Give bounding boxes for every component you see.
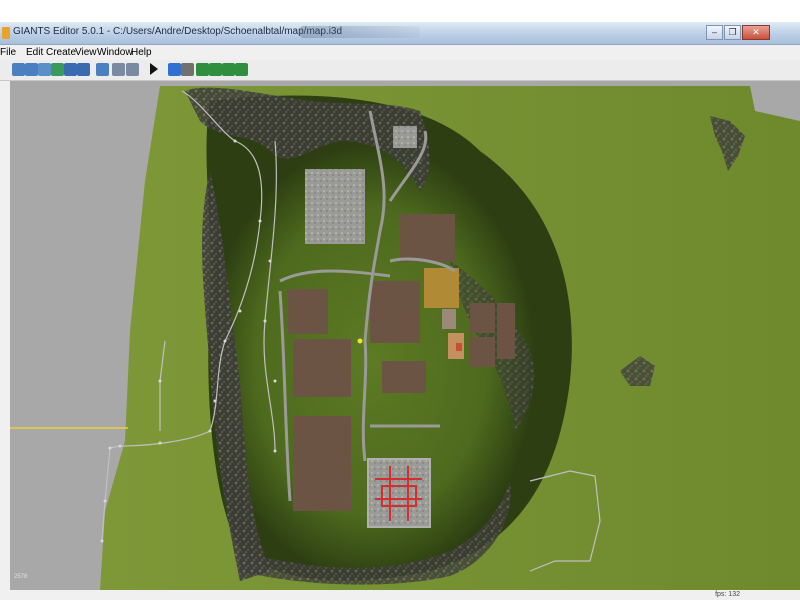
cut-icon[interactable] bbox=[96, 63, 109, 76]
gravel-lot-small bbox=[393, 126, 417, 148]
minimize-button[interactable]: – bbox=[706, 25, 723, 40]
terrain-render: 2578 bbox=[10, 81, 800, 590]
field-8 bbox=[497, 303, 515, 359]
left-dock-strip bbox=[0, 81, 10, 590]
open-file-icon[interactable] bbox=[25, 63, 38, 76]
menu-bar: File Edit Create View Window Help bbox=[0, 45, 800, 60]
select-tool-icon[interactable] bbox=[168, 63, 181, 76]
field-9 bbox=[470, 337, 495, 367]
close-button[interactable]: ✕ bbox=[742, 25, 770, 40]
field-3 bbox=[288, 289, 328, 334]
window-title: GIANTS Editor 5.0.1 - C:/Users/Andre/Des… bbox=[13, 26, 343, 37]
redo-icon[interactable] bbox=[126, 63, 139, 76]
field-1 bbox=[400, 214, 455, 262]
field-4 bbox=[293, 339, 351, 397]
title-bar[interactable]: GIANTS Editor 5.0.1 - C:/Users/Andre/Des… bbox=[0, 22, 800, 45]
coordinate-readout: 2578 bbox=[14, 574, 28, 580]
title-blur-area bbox=[300, 26, 420, 38]
gravel-lot-north bbox=[305, 169, 365, 244]
toolbar bbox=[0, 60, 800, 81]
menu-window[interactable]: Window bbox=[97, 47, 133, 58]
move-tool-icon[interactable] bbox=[181, 63, 194, 76]
window-controls: – ❐ ✕ bbox=[706, 25, 770, 40]
menu-edit[interactable]: Edit bbox=[26, 47, 43, 58]
farm-roof-marker bbox=[456, 343, 462, 351]
undo-icon[interactable] bbox=[112, 63, 125, 76]
terrain-viewport[interactable]: 2578 bbox=[10, 81, 800, 590]
new-file-icon[interactable] bbox=[12, 63, 25, 76]
farmyard bbox=[367, 458, 431, 528]
wheat-field bbox=[424, 268, 459, 308]
save-as-icon[interactable] bbox=[64, 63, 77, 76]
field-7 bbox=[470, 303, 495, 333]
menu-create[interactable]: Create bbox=[46, 47, 76, 58]
terrain-sculpt-icon[interactable] bbox=[196, 63, 209, 76]
save-all-icon[interactable] bbox=[77, 63, 90, 76]
save-icon[interactable] bbox=[51, 63, 64, 76]
screen-top-margin bbox=[0, 0, 800, 22]
maximize-button[interactable]: ❐ bbox=[724, 25, 741, 40]
field-6 bbox=[382, 361, 426, 393]
import-icon[interactable] bbox=[38, 63, 51, 76]
menu-help[interactable]: Help bbox=[131, 47, 152, 58]
terrain-paint-icon[interactable] bbox=[209, 63, 222, 76]
camera-marker[interactable] bbox=[357, 338, 363, 344]
giants-editor-window: GIANTS Editor 5.0.1 - C:/Users/Andre/Des… bbox=[0, 0, 800, 600]
field-5 bbox=[293, 416, 351, 511]
menu-file[interactable]: File bbox=[0, 47, 16, 58]
farm-building-1 bbox=[442, 309, 456, 329]
status-bar: fps: 132 bbox=[0, 590, 800, 600]
giants-app-icon bbox=[2, 27, 10, 39]
field-2 bbox=[370, 281, 420, 343]
foliage-paint-icon[interactable] bbox=[222, 63, 235, 76]
foliage-erase-icon[interactable] bbox=[235, 63, 248, 76]
play-icon[interactable] bbox=[150, 63, 158, 75]
menu-view[interactable]: View bbox=[75, 47, 97, 58]
fps-readout: fps: 132 bbox=[715, 591, 740, 598]
